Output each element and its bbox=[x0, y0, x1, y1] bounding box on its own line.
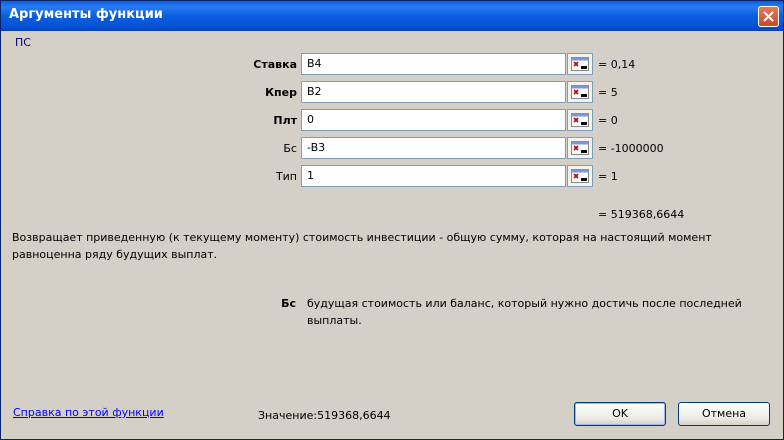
argument-input[interactable]: 0 bbox=[301, 109, 566, 131]
argument-label: Тип bbox=[275, 170, 297, 183]
formula-result: = 519368,6644 bbox=[598, 208, 685, 221]
argument-label: Кпер bbox=[265, 86, 297, 99]
argument-help-text: будущая стоимость или баланс, который ну… bbox=[307, 297, 742, 327]
collapse-dialog-icon bbox=[571, 85, 589, 99]
collapse-dialog-button[interactable] bbox=[567, 81, 593, 103]
argument-row: Бс -B3 = -1000000 bbox=[1, 137, 784, 161]
function-arguments-dialog: Аргументы функции ПС Ставка B4 = 0,14 Кпер B… bbox=[0, 0, 784, 440]
argument-label: Ставка bbox=[253, 58, 297, 71]
collapse-dialog-button[interactable] bbox=[567, 109, 593, 131]
argument-input[interactable]: -B3 bbox=[301, 137, 566, 159]
argument-row: Тип 1 = 1 bbox=[1, 165, 784, 189]
ok-button[interactable]: OK bbox=[574, 402, 666, 426]
help-link[interactable]: Справка по этой функции bbox=[13, 406, 164, 419]
collapse-dialog-button[interactable] bbox=[567, 165, 593, 187]
argument-input[interactable]: 1 bbox=[301, 165, 566, 187]
argument-result: = 5 bbox=[598, 86, 618, 99]
collapse-dialog-icon bbox=[571, 57, 589, 71]
value-readout: Значение:519368,6644 bbox=[258, 409, 391, 422]
collapse-dialog-icon bbox=[571, 141, 589, 155]
close-icon bbox=[763, 11, 774, 22]
argument-label: Бс bbox=[283, 142, 297, 155]
collapse-dialog-button[interactable] bbox=[567, 137, 593, 159]
argument-result: = -1000000 bbox=[598, 142, 664, 155]
collapse-dialog-button[interactable] bbox=[567, 53, 593, 75]
dialog-title: Аргументы функции bbox=[9, 7, 163, 22]
title-bar[interactable]: Аргументы функции bbox=[1, 1, 783, 31]
value-label: Значение: bbox=[258, 409, 318, 422]
collapse-dialog-icon bbox=[571, 169, 589, 183]
argument-input[interactable]: B4 bbox=[301, 53, 566, 75]
function-name: ПС bbox=[15, 36, 31, 49]
argument-row: Кпер B2 = 5 bbox=[1, 81, 784, 105]
close-button[interactable] bbox=[758, 6, 779, 27]
function-description: Возвращает приведенную (к текущему момен… bbox=[12, 231, 712, 261]
value-number: 519368,6644 bbox=[317, 409, 391, 422]
argument-result: = 0 bbox=[598, 114, 618, 127]
argument-row: Ставка B4 = 0,14 bbox=[1, 53, 784, 77]
argument-label: Плт bbox=[273, 114, 297, 127]
argument-input[interactable]: B2 bbox=[301, 81, 566, 103]
argument-result: = 1 bbox=[598, 170, 618, 183]
collapse-dialog-icon bbox=[571, 113, 589, 127]
argument-row: Плт 0 = 0 bbox=[1, 109, 784, 133]
cancel-button[interactable]: Отмена bbox=[678, 402, 770, 426]
argument-result: = 0,14 bbox=[598, 58, 636, 71]
argument-help-name: Бс bbox=[281, 297, 296, 310]
